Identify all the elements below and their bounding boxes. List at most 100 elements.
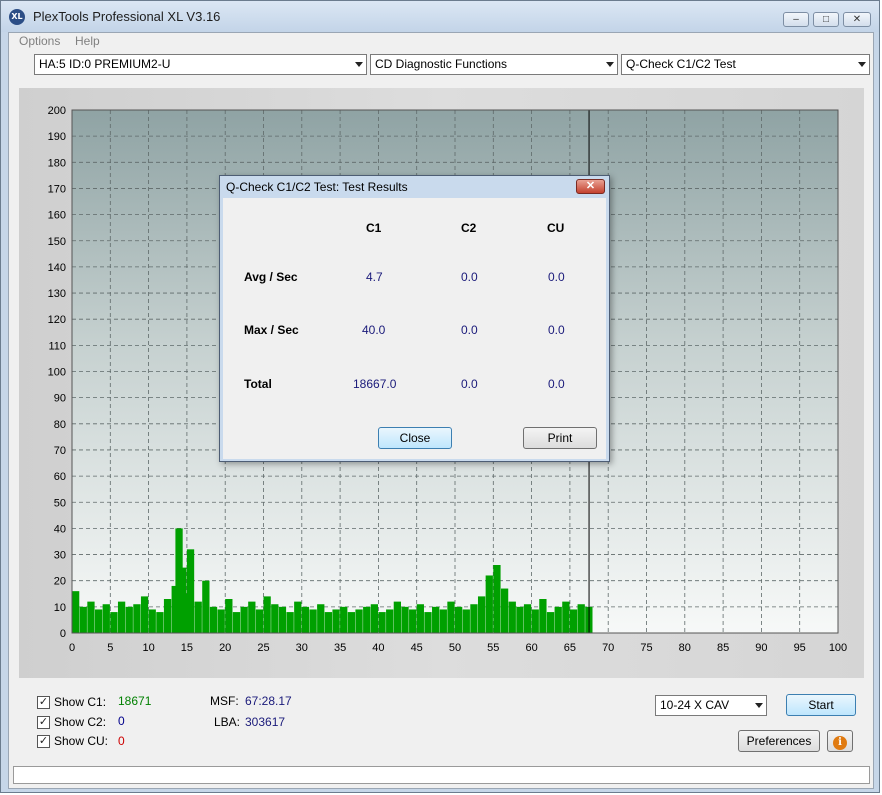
show-c2-checkbox[interactable]: ✓	[37, 716, 50, 729]
y-tick-label: 120	[48, 314, 66, 326]
msf-value: 67:28.17	[245, 694, 292, 708]
col-header-cu: CU	[547, 221, 565, 235]
y-tick-label: 20	[54, 576, 66, 588]
c1-bar	[531, 609, 539, 633]
max-c2: 0.0	[461, 323, 478, 337]
avg-c2: 0.0	[461, 270, 478, 284]
c1-bar	[401, 606, 409, 633]
c1-bar	[455, 606, 463, 633]
c1-bar	[363, 606, 371, 633]
c1-bar	[72, 591, 80, 633]
x-tick-label: 35	[334, 642, 346, 654]
c1-bar	[217, 609, 225, 633]
x-tick-label: 85	[717, 642, 729, 654]
bottom-controls: ✓ Show C1: 18671 ✓ Show C2: 0 ✓ Show CU:…	[9, 683, 873, 763]
c1-bar	[393, 601, 401, 633]
minimize-button[interactable]: –	[783, 12, 809, 27]
x-tick-label: 70	[602, 642, 614, 654]
dialog-title: Q-Check C1/C2 Test: Test Results	[226, 180, 408, 194]
c1-bar	[148, 609, 156, 633]
c1-bar	[424, 612, 432, 633]
menu-help[interactable]: Help	[75, 34, 100, 48]
y-tick-label: 90	[54, 393, 66, 405]
close-window-button[interactable]: ✕	[843, 12, 871, 27]
c1-bar	[194, 601, 202, 633]
speed-select[interactable]: 10-24 X CAV	[655, 695, 767, 716]
y-tick-label: 160	[48, 210, 66, 222]
col-header-c2: C2	[461, 221, 477, 235]
menu-options[interactable]: Options	[19, 34, 60, 48]
y-tick-label: 130	[48, 288, 66, 300]
show-cu-checkbox[interactable]: ✓	[37, 735, 50, 748]
max-cu: 0.0	[548, 323, 565, 337]
avg-c1: 4.7	[366, 270, 383, 284]
x-tick-label: 50	[449, 642, 461, 654]
c1-bar	[87, 601, 95, 633]
c2-count: 0	[118, 714, 125, 728]
c1-bar	[569, 609, 578, 633]
c1-bar	[125, 606, 133, 633]
c1-bar	[386, 609, 394, 633]
x-tick-label: 40	[372, 642, 384, 654]
show-cu-label: Show CU:	[54, 734, 109, 748]
title-bar[interactable]: XL PlexTools Professional XL V3.16 – □ ✕	[1, 1, 879, 32]
c1-bar	[370, 604, 379, 633]
c1-bar	[416, 604, 424, 633]
dialog-print-button[interactable]: Print	[523, 427, 597, 449]
total-c1: 18667.0	[353, 377, 397, 391]
dialog-close-button[interactable]: Close	[378, 427, 452, 449]
x-tick-label: 25	[257, 642, 269, 654]
y-tick-label: 60	[54, 471, 66, 483]
preferences-button[interactable]: Preferences	[738, 730, 820, 752]
test-select[interactable]: Q-Check C1/C2 Test	[621, 54, 870, 75]
c1-bar	[202, 580, 210, 633]
c1-bar	[140, 596, 149, 633]
x-tick-label: 20	[219, 642, 231, 654]
c1-bar	[577, 604, 585, 633]
c1-bar	[317, 604, 325, 633]
x-tick-label: 10	[142, 642, 154, 654]
show-c1-checkbox[interactable]: ✓	[37, 696, 50, 709]
function-group-select[interactable]: CD Diagnostic Functions	[370, 54, 618, 75]
cu-count: 0	[118, 734, 125, 748]
function-group-value: CD Diagnostic Functions	[375, 57, 508, 71]
lba-value: 303617	[245, 715, 286, 729]
c1-bar	[462, 609, 470, 633]
x-tick-label: 95	[794, 642, 806, 654]
menu-bar: Options Help	[9, 33, 873, 51]
y-tick-label: 140	[48, 262, 66, 274]
c1-bar	[347, 612, 356, 633]
show-c1-label: Show C1:	[54, 695, 107, 709]
y-tick-label: 190	[48, 131, 66, 143]
avg-cu: 0.0	[548, 270, 565, 284]
maximize-button[interactable]: □	[813, 12, 839, 27]
row-label-avg: Avg / Sec	[244, 270, 298, 284]
c1-bar	[485, 575, 493, 633]
row-label-max: Max / Sec	[244, 323, 299, 337]
info-button[interactable]: i	[827, 730, 853, 752]
y-tick-label: 10	[54, 602, 66, 614]
c1-bar	[79, 606, 87, 633]
max-c1: 40.0	[362, 323, 386, 337]
c1-bar	[508, 601, 516, 633]
drive-select-value: HA:5 ID:0 PREMIUM2-U	[39, 57, 171, 71]
y-tick-label: 100	[48, 367, 66, 379]
status-bar	[13, 766, 870, 784]
dialog-body: C1 C2 CU Avg / Sec 4.7 0.0 0.0 Max / Sec…	[223, 198, 606, 459]
start-button[interactable]: Start	[786, 694, 856, 716]
c1-bar	[156, 612, 164, 633]
y-tick-label: 0	[60, 628, 66, 640]
c1-bar	[324, 612, 333, 633]
x-tick-label: 15	[181, 642, 193, 654]
x-tick-label: 45	[411, 642, 423, 654]
c1-bar	[355, 609, 363, 633]
c1-bar	[439, 609, 447, 633]
window-title: PlexTools Professional XL V3.16	[33, 9, 221, 24]
dialog-close-icon[interactable]: ✕	[576, 179, 605, 194]
c1-bar	[94, 609, 103, 633]
drive-select[interactable]: HA:5 ID:0 PREMIUM2-U	[34, 54, 367, 75]
c1-bar	[117, 601, 126, 633]
c1-bar	[500, 588, 509, 633]
c1-bar	[278, 606, 287, 633]
x-tick-label: 55	[487, 642, 499, 654]
